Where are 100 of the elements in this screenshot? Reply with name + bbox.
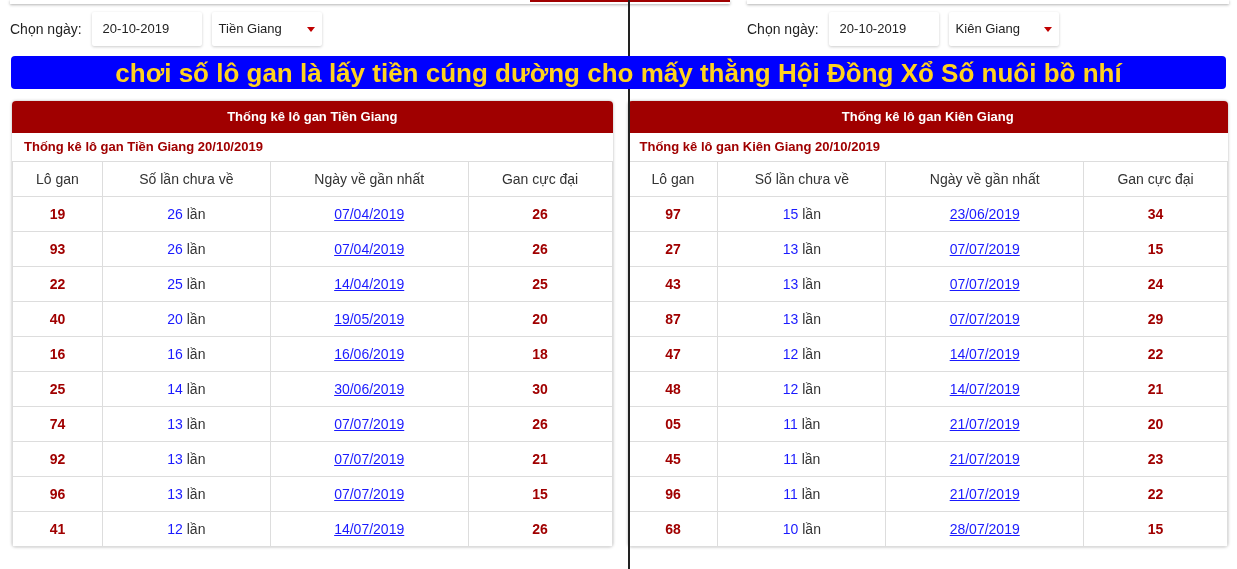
number-cell: 19 xyxy=(12,196,103,232)
number-cell: 43 xyxy=(628,266,718,302)
number-cell: 97 xyxy=(628,196,718,232)
column-header: Ngày về gần nhất xyxy=(270,161,469,197)
date-link[interactable]: 23/06/2019 xyxy=(949,205,1020,222)
max-gap-cell: 26 xyxy=(468,231,612,267)
column-header: Lô gan xyxy=(12,161,103,197)
date-link[interactable]: 19/05/2019 xyxy=(334,310,405,327)
miss-count-cell: 26 lần xyxy=(102,196,271,232)
max-gap-cell: 20 xyxy=(468,301,612,337)
max-gap-cell: 23 xyxy=(1083,441,1228,477)
date-link[interactable]: 14/04/2019 xyxy=(334,275,405,292)
number-cell: 27 xyxy=(628,231,718,267)
number-cell: 96 xyxy=(12,476,103,512)
banner: chơi số lô gan là lấy tiền cúng dường cho mấy thằng Hội Đồng Xổ Số nuôi bồ nhí xyxy=(11,56,1226,89)
column-header: Gan cực đại xyxy=(468,161,612,197)
miss-count-cell: 13 lần xyxy=(717,266,886,302)
miss-count-cell: 12 lần xyxy=(717,336,886,372)
date-link[interactable]: 07/07/2019 xyxy=(949,240,1020,257)
miss-count-cell: 13 lần xyxy=(102,476,271,512)
number-cell: 05 xyxy=(628,406,718,442)
province-dropdown[interactable]: Tiền Giang xyxy=(211,12,322,46)
miss-count-cell: 16 lần xyxy=(102,336,271,372)
column-header: Gan cực đại xyxy=(1083,161,1228,197)
max-gap-cell: 26 xyxy=(468,196,612,232)
max-gap-cell: 26 xyxy=(468,511,612,547)
number-cell: 93 xyxy=(12,231,103,267)
date-link[interactable]: 07/07/2019 xyxy=(949,310,1020,327)
max-gap-cell: 18 xyxy=(468,336,612,372)
miss-count-cell: 15 lần xyxy=(717,196,886,232)
miss-count-cell: 12 lần xyxy=(102,511,271,547)
card-subtitle: Thống kê lô gan Kiên Giang 20/10/2019 xyxy=(638,138,882,157)
miss-count-cell: 10 lần xyxy=(717,511,886,547)
max-gap-cell: 22 xyxy=(1083,336,1228,372)
date-link[interactable]: 21/07/2019 xyxy=(949,415,1020,432)
miss-count-cell: 20 lần xyxy=(102,301,271,337)
number-cell: 48 xyxy=(628,371,718,407)
number-cell: 45 xyxy=(628,441,718,477)
date-link[interactable]: 28/07/2019 xyxy=(949,520,1020,537)
number-cell: 87 xyxy=(628,301,718,337)
date-link[interactable]: 07/04/2019 xyxy=(334,205,405,222)
date-link[interactable]: 14/07/2019 xyxy=(949,345,1020,362)
column-header: Ngày về gần nhất xyxy=(885,161,1084,197)
max-gap-cell: 24 xyxy=(1083,266,1228,302)
column-header: Số lần chưa về xyxy=(102,161,271,197)
number-cell: 74 xyxy=(12,406,103,442)
number-cell: 40 xyxy=(12,301,103,337)
max-gap-cell: 21 xyxy=(468,441,612,477)
miss-count-cell: 13 lần xyxy=(717,301,886,337)
max-gap-cell: 30 xyxy=(468,371,612,407)
max-gap-cell: 29 xyxy=(1083,301,1228,337)
number-cell: 41 xyxy=(12,511,103,547)
date-field[interactable]: 20-10-2019 xyxy=(828,12,939,46)
date-link[interactable]: 16/06/2019 xyxy=(334,345,405,362)
date-link[interactable]: 07/07/2019 xyxy=(334,450,405,467)
column-header: Số lần chưa về xyxy=(717,161,886,197)
date-link[interactable]: 14/07/2019 xyxy=(334,520,405,537)
miss-count-cell: 13 lần xyxy=(102,406,271,442)
card-subtitle: Thống kê lô gan Tiền Giang 20/10/2019 xyxy=(23,138,264,157)
miss-count-cell: 12 lần xyxy=(717,371,886,407)
miss-count-cell: 11 lần xyxy=(717,441,886,477)
miss-count-cell: 13 lần xyxy=(102,441,271,477)
province-dropdown[interactable]: Kiên Giang xyxy=(948,12,1059,46)
max-gap-cell: 26 xyxy=(468,406,612,442)
max-gap-cell: 15 xyxy=(1083,511,1228,547)
max-gap-cell: 22 xyxy=(1083,476,1228,512)
number-cell: 16 xyxy=(12,336,103,372)
date-link[interactable]: 07/07/2019 xyxy=(334,415,405,432)
max-gap-cell: 34 xyxy=(1083,196,1228,232)
miss-count-cell: 11 lần xyxy=(717,406,886,442)
caret-icon xyxy=(306,26,315,32)
max-gap-cell: 15 xyxy=(1083,231,1228,267)
date-field[interactable]: 20-10-2019 xyxy=(91,12,202,46)
date-label: Chọn ngày: xyxy=(747,19,819,39)
max-gap-cell: 20 xyxy=(1083,406,1228,442)
date-link[interactable]: 30/06/2019 xyxy=(334,380,405,397)
number-cell: 25 xyxy=(12,371,103,407)
miss-count-cell: 26 lần xyxy=(102,231,271,267)
number-cell: 96 xyxy=(628,476,718,512)
miss-count-cell: 13 lần xyxy=(717,231,886,267)
number-cell: 47 xyxy=(628,336,718,372)
date-link[interactable]: 21/07/2019 xyxy=(949,450,1020,467)
date-link[interactable]: 14/07/2019 xyxy=(949,380,1020,397)
max-gap-cell: 15 xyxy=(468,476,612,512)
date-link[interactable]: 07/07/2019 xyxy=(949,275,1020,292)
miss-count-cell: 14 lần xyxy=(102,371,271,407)
number-cell: 22 xyxy=(12,266,103,302)
card-header: Thống kê lô gan Kiên Giang xyxy=(627,101,1228,133)
max-gap-cell: 21 xyxy=(1083,371,1228,407)
max-gap-cell: 25 xyxy=(468,266,612,302)
column-header: Lô gan xyxy=(628,161,718,197)
miss-count-cell: 11 lần xyxy=(717,476,886,512)
date-link[interactable]: 07/04/2019 xyxy=(334,240,405,257)
number-cell: 92 xyxy=(12,441,103,477)
caret-icon xyxy=(1043,26,1052,32)
date-label: Chọn ngày: xyxy=(10,19,82,39)
date-link[interactable]: 21/07/2019 xyxy=(949,485,1020,502)
miss-count-cell: 25 lần xyxy=(102,266,271,302)
date-link[interactable]: 07/07/2019 xyxy=(334,485,405,502)
card-header: Thống kê lô gan Tiền Giang xyxy=(12,101,613,133)
